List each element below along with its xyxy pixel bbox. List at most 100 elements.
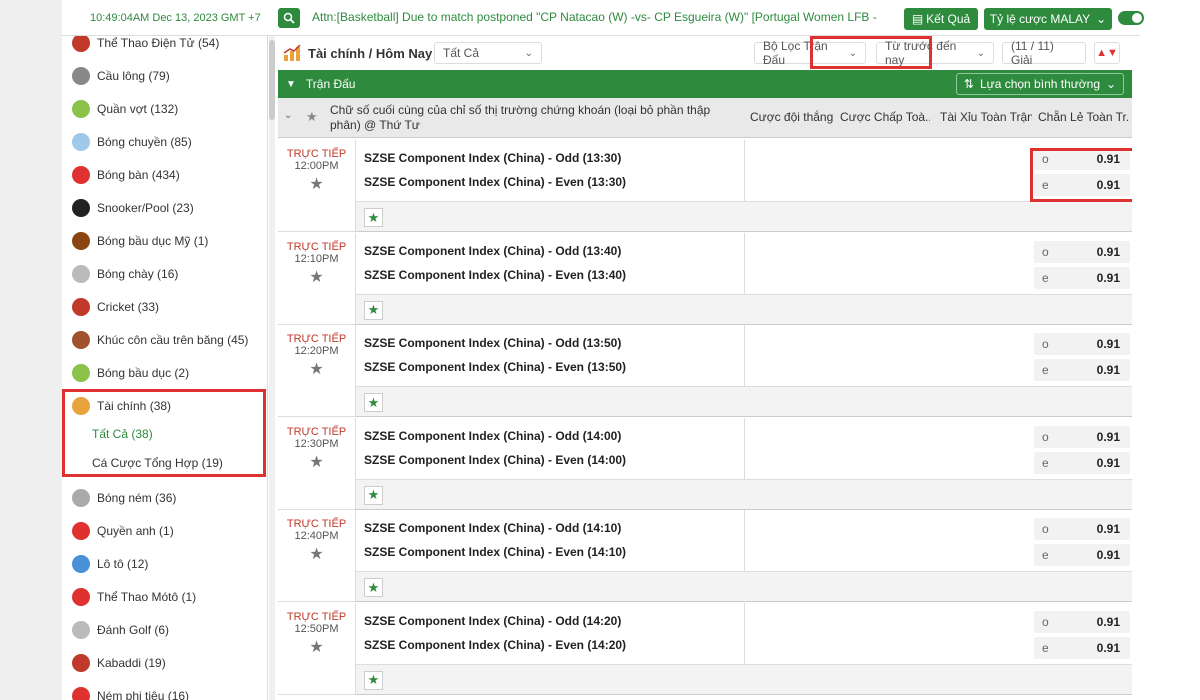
category-select-value: Tất Cả — [443, 46, 480, 60]
star-icon: ★ — [367, 579, 380, 595]
match-time: 12:50PM — [294, 622, 339, 635]
sidebar-item[interactable]: Thể Thao Mótô (1) — [62, 582, 267, 612]
app-window: 10:49:04AM Dec 13, 2023 GMT +7 Attn:[Bas… — [62, 0, 1200, 700]
sidebar-item[interactable]: Kabaddi (19) — [62, 648, 267, 678]
clock: 10:49:04AM Dec 13, 2023 GMT +7 — [90, 12, 261, 24]
tennis-icon — [72, 100, 90, 118]
esports-icon — [72, 36, 90, 52]
chevron-down-icon: ▼ — [286, 78, 296, 90]
sidebar-item-label: Lô tô (12) — [97, 557, 149, 571]
section-header[interactable]: ▼ Trận Đấu ⇅ Lựa chọn bình thường ⌄ — [278, 70, 1132, 98]
darts-icon — [72, 687, 90, 700]
match-footer: ★ — [356, 294, 1132, 325]
star-icon[interactable]: ★ — [278, 174, 355, 194]
star-icon[interactable]: ★ — [278, 267, 355, 287]
sidebar-item[interactable]: Cầu lông (79) — [62, 61, 267, 91]
even-odds-button[interactable]: e 0.91 — [1034, 544, 1130, 566]
odd-odds-button[interactable]: o 0.91 — [1034, 610, 1130, 633]
announcement-marquee[interactable]: Attn:[Basketball] Due to match postponed… — [312, 10, 912, 24]
sidebar-scrollbar-thumb[interactable] — [269, 40, 275, 120]
sidebar-item[interactable]: Quyền anh (1) — [62, 516, 267, 546]
toggle-switch[interactable] — [1118, 11, 1144, 25]
divider — [744, 325, 745, 387]
sidebar-item[interactable]: Khúc côn cầu trên băng (45) — [62, 325, 267, 355]
star-icon[interactable]: ★ — [278, 359, 355, 379]
favorite-star-button[interactable]: ★ — [364, 300, 383, 320]
match-footer: ★ — [356, 387, 1132, 417]
odd-odds-button[interactable]: o 0.91 — [1034, 425, 1130, 448]
cricket-icon — [72, 298, 90, 316]
star-icon[interactable]: ★ — [306, 109, 318, 125]
star-icon[interactable]: ★ — [278, 637, 355, 657]
star-icon[interactable]: ★ — [278, 544, 355, 564]
even-odds-button[interactable]: e 0.91 — [1034, 451, 1130, 474]
badminton-icon — [72, 67, 90, 85]
column-over-under: Tài Xỉu Toàn Trận — [940, 110, 1032, 124]
sidebar-item[interactable]: Thể Thao Điện Tử (54) — [62, 36, 267, 58]
sidebar-item[interactable]: Snooker/Pool (23) — [62, 193, 267, 223]
odd-label: o — [1042, 429, 1049, 444]
main-content: Tài chính / Hôm Nay Tất Cả ⌄ Bộ Lọc Trận… — [278, 36, 1140, 700]
odd-odds-button[interactable]: o 0.91 — [1034, 333, 1130, 355]
sidebar-item[interactable]: Bóng bàn (434) — [62, 160, 267, 190]
favorite-star-button[interactable]: ★ — [364, 578, 383, 597]
match-row: TRỰC TIẾP 12:20PM ★ SZSE Component Index (C… — [278, 325, 1132, 417]
favorite-star-button[interactable]: ★ — [364, 208, 383, 227]
sidebar-item[interactable]: Quần vợt (132) — [62, 94, 267, 124]
sidebar-item[interactable]: Bóng chày (16) — [62, 259, 267, 289]
odds-highlight — [1030, 148, 1140, 202]
match-body: SZSE Component Index (China) - Odd (13:5… — [356, 325, 1132, 387]
column-moneyline: Cược đội thắng — [750, 110, 834, 124]
odd-odds-button[interactable]: o 0.91 — [1034, 518, 1130, 540]
match-time-cell: TRỰC TIẾP 12:50PM ★ — [278, 602, 356, 695]
sidebar-item[interactable]: Lô tô (12) — [62, 549, 267, 579]
match-time: 12:20PM — [294, 345, 339, 357]
sidebar-item[interactable]: Bóng chuyền (85) — [62, 127, 267, 157]
even-selection-name: SZSE Component Index (China) - Even (13:… — [364, 175, 627, 189]
league-select-button[interactable]: (11 / 11) Giải — [1002, 39, 1086, 67]
baseball-icon — [72, 265, 90, 283]
match-time-cell: TRỰC TIẾP 12:20PM ★ — [278, 325, 356, 417]
sidebar-item[interactable]: Đánh Golf (6) — [62, 615, 267, 645]
search-button[interactable] — [278, 8, 300, 28]
sidebar-item[interactable]: Bóng ném (36) — [62, 483, 267, 513]
market-title: Chữ số cuối cùng của chỉ số thị trường c… — [330, 103, 711, 132]
even-label: e — [1042, 455, 1049, 470]
chevron-down-icon: ⌄ — [1096, 12, 1107, 26]
sidebar-item-label: Bóng bầu dục (2) — [97, 366, 190, 380]
league-count: (11 / 11) Giải — [1011, 39, 1054, 67]
view-mode-select[interactable]: ⇅ Lựa chọn bình thường ⌄ — [956, 73, 1124, 95]
motorsport-icon — [72, 588, 90, 606]
sidebar-item-label: Cricket (33) — [97, 300, 160, 314]
odd-odds-button[interactable]: o 0.91 — [1034, 240, 1130, 263]
even-value: 0.91 — [1096, 640, 1120, 655]
sidebar-item-label: Thể Thao Điện Tử (54) — [97, 36, 220, 50]
sidebar-item-label: Bóng bầu dục Mỹ (1) — [97, 234, 209, 248]
sidebar-item-label: Bóng bàn (434) — [97, 168, 180, 182]
sidebar-item[interactable]: Bóng bầu dục Mỹ (1) — [62, 226, 267, 256]
sidebar-item-label: Cầu lông (79) — [97, 69, 170, 83]
even-odds-button[interactable]: e 0.91 — [1034, 266, 1130, 289]
odd-label: o — [1042, 614, 1049, 629]
chevron-down-icon[interactable]: ⌄ — [284, 110, 292, 121]
sidebar-item[interactable]: Bóng bầu dục (2) — [62, 358, 267, 388]
match-row: TRỰC TIẾP 12:30PM ★ SZSE Component Index (C… — [278, 417, 1132, 510]
even-value: 0.91 — [1096, 455, 1120, 470]
category-select[interactable]: Tất Cả ⌄ — [434, 42, 542, 64]
match-time: 12:10PM — [294, 252, 339, 265]
even-odds-button[interactable]: e 0.91 — [1034, 636, 1130, 659]
star-icon[interactable]: ★ — [278, 452, 355, 472]
favorite-star-button[interactable]: ★ — [364, 393, 383, 412]
favorite-star-button[interactable]: ★ — [364, 485, 383, 505]
even-odds-button[interactable]: e 0.91 — [1034, 359, 1130, 381]
sidebar-item[interactable]: Cricket (33) — [62, 292, 267, 322]
odds-type-select[interactable]: Tỷ lệ cược MALAY ⌄ — [984, 8, 1112, 30]
sidebar-scrollbar[interactable] — [269, 36, 275, 700]
sidebar-item-label: Khúc côn cầu trên băng (45) — [97, 333, 249, 347]
view-mode-label: Lựa chọn bình thường — [979, 77, 1101, 91]
results-button[interactable]: ▤ Kết Quả — [904, 8, 978, 30]
sports-sidebar: Thể Thao Điện Tử (54) Cầu lông (79) Quần v… — [62, 36, 268, 700]
favorite-star-button[interactable]: ★ — [364, 670, 383, 690]
sidebar-item[interactable]: Ném phi tiêu (16) — [62, 681, 267, 700]
sort-button[interactable]: ▲▼ — [1094, 42, 1120, 64]
